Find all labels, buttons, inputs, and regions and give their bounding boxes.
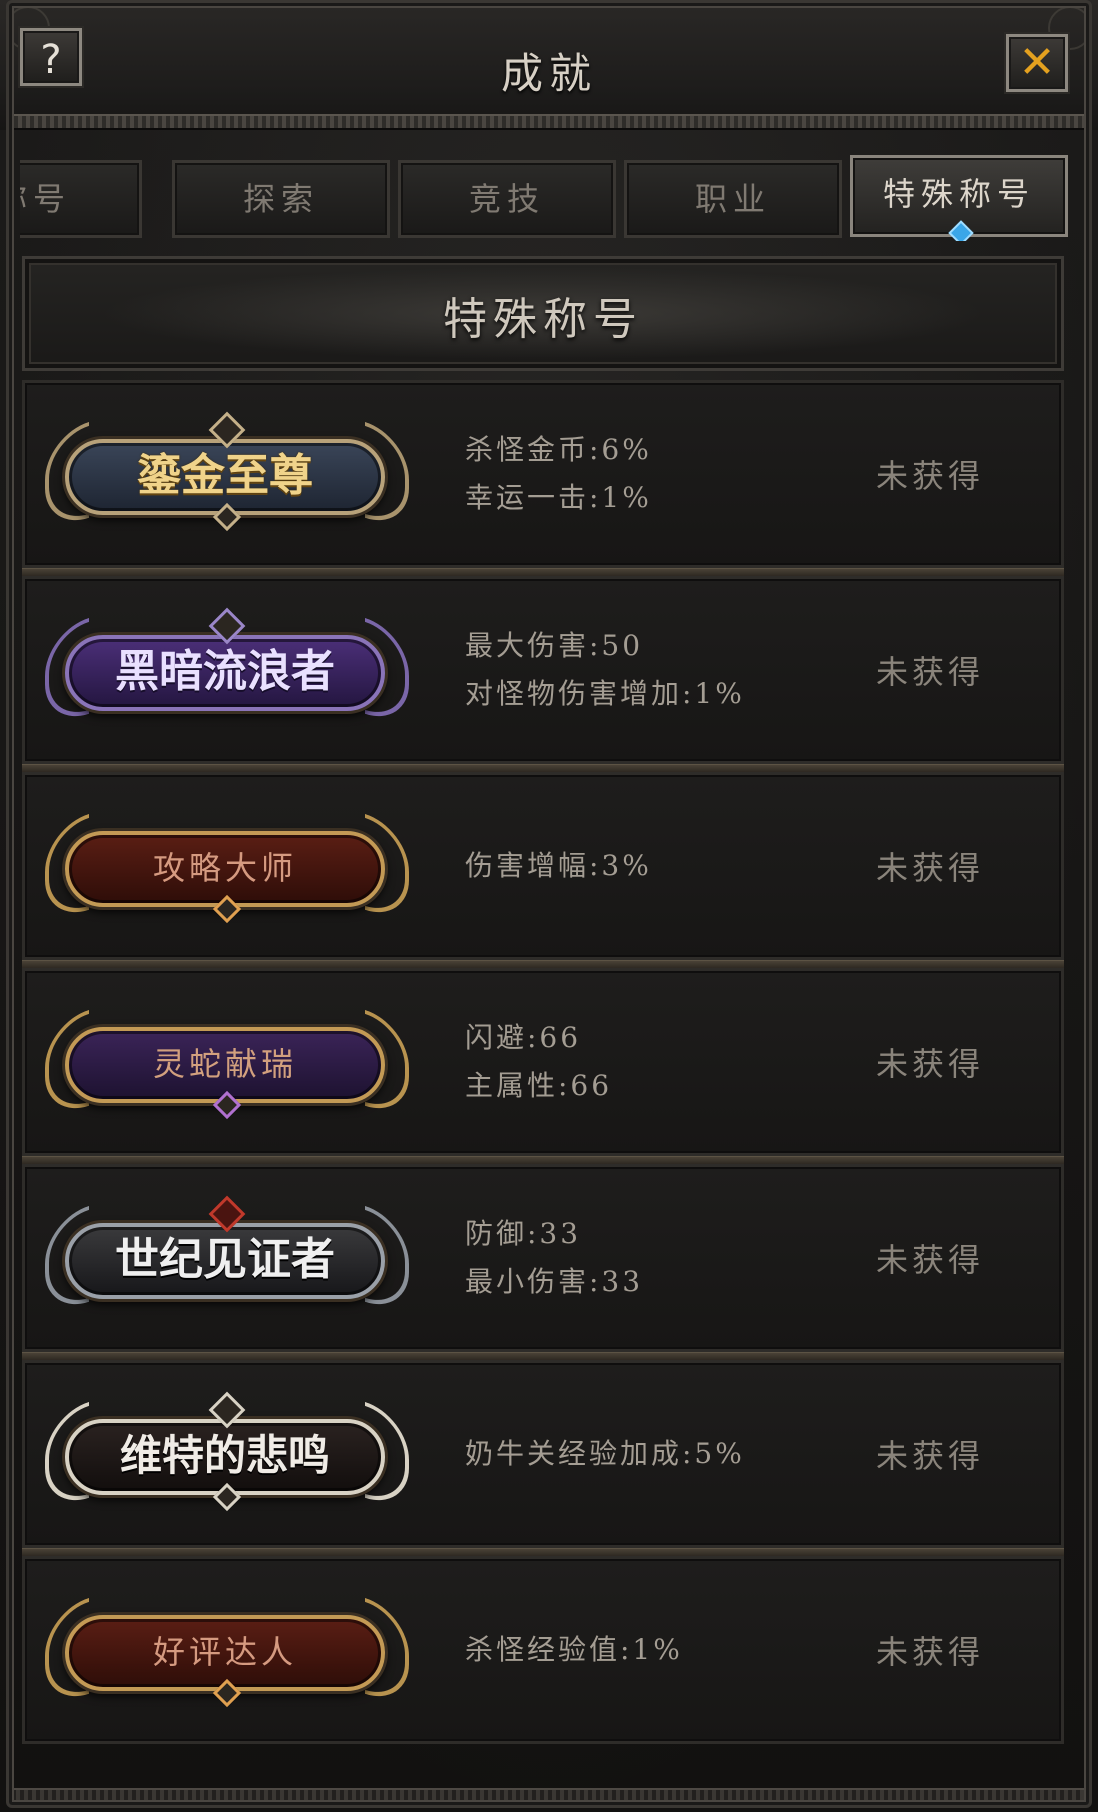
title-attributes: 奶牛关经验加成:5% (465, 1363, 825, 1545)
attribute-line: 主属性:66 (465, 1069, 613, 1102)
title-row[interactable]: 好评达人 杀怪经验值:1% 未获得 (22, 1556, 1064, 1744)
attribute-line: 防御:33 (465, 1217, 582, 1250)
attribute-line: 奶牛关经验加成:5% (465, 1437, 745, 1470)
tab-special-titles[interactable]: 特殊称号 (850, 155, 1068, 241)
title-badge: 黑暗流浪者 (37, 595, 417, 745)
title-badge: 好评达人 (37, 1575, 417, 1725)
title-badge: 维特的悲鸣 (37, 1379, 417, 1529)
title-attributes: 闪避:66 主属性:66 (465, 971, 825, 1153)
tab-label: 特殊称号 (882, 175, 1035, 213)
attribute-line: 最小伤害:33 (465, 1265, 644, 1298)
attribute-line: 幸运一击:1% (465, 481, 652, 514)
tab-label: 称号 (20, 180, 71, 218)
section-header: 特殊称号 (22, 256, 1064, 371)
tab-bar: 称号 探索 竞技 职业 特殊称号 (20, 155, 1070, 241)
title-status: 未获得 (875, 457, 984, 495)
achievement-window: ? 成就 ✕ 称号 探索 竞技 职业 特殊称号 特殊称号 鎏金至尊 杀怪金币:6 (0, 0, 1098, 1812)
badge-label: 世纪见证者 (65, 1223, 385, 1299)
title-status: 未获得 (875, 1437, 984, 1475)
title-attributes: 最大伤害:50 对怪物伤害增加:1% (465, 579, 825, 761)
title-row[interactable]: 鎏金至尊 杀怪金币:6% 幸运一击:1% 未获得 (22, 380, 1064, 568)
title-row[interactable]: 维特的悲鸣 奶牛关经验加成:5% 未获得 (22, 1360, 1064, 1548)
title-badge: 世纪见证者 (37, 1183, 417, 1333)
close-button[interactable]: ✕ (1006, 34, 1068, 92)
attribute-line: 伤害增幅:3% (465, 849, 652, 882)
footer-divider (8, 1788, 1090, 1802)
tab-label: 探索 (242, 180, 319, 218)
title-attributes: 杀怪经验值:1% (465, 1559, 825, 1741)
attribute-line: 最大伤害:50 (465, 629, 644, 662)
window-header: ? 成就 ✕ (0, 0, 1098, 130)
title-status: 未获得 (875, 1241, 984, 1279)
title-attributes: 伤害增幅:3% (465, 775, 825, 957)
active-tab-gem-icon (948, 220, 974, 241)
title-attributes: 防御:33 最小伤害:33 (465, 1167, 825, 1349)
tab-titles[interactable]: 称号 (20, 160, 142, 238)
badge-label: 黑暗流浪者 (65, 635, 385, 711)
title-badge: 灵蛇献瑞 (37, 987, 417, 1137)
title-row[interactable]: 灵蛇献瑞 闪避:66 主属性:66 未获得 (22, 968, 1064, 1156)
tab-label: 职业 (694, 180, 771, 218)
attribute-line: 杀怪经验值:1% (465, 1633, 683, 1666)
title-row[interactable]: 世纪见证者 防御:33 最小伤害:33 未获得 (22, 1164, 1064, 1352)
section-title: 特殊称号 (443, 294, 643, 345)
attribute-line: 对怪物伤害增加:1% (465, 677, 745, 710)
header-divider (10, 114, 1088, 130)
tab-label: 竞技 (468, 180, 545, 218)
tab-arena[interactable]: 竞技 (398, 160, 616, 238)
tab-exploration[interactable]: 探索 (172, 160, 390, 238)
window-title: 成就 (500, 49, 597, 98)
title-badge: 鎏金至尊 (37, 399, 417, 549)
title-list: 鎏金至尊 杀怪金币:6% 幸运一击:1% 未获得 黑暗流浪者 最大伤害:50 对… (22, 380, 1064, 1780)
title-status: 未获得 (875, 1633, 984, 1671)
attribute-line: 闪避:66 (465, 1021, 582, 1054)
tab-class[interactable]: 职业 (624, 160, 842, 238)
title-attributes: 杀怪金币:6% 幸运一击:1% (465, 383, 825, 565)
title-row[interactable]: 黑暗流浪者 最大伤害:50 对怪物伤害增加:1% 未获得 (22, 576, 1064, 764)
title-status: 未获得 (875, 653, 984, 691)
attribute-line: 杀怪金币:6% (465, 433, 652, 466)
title-status: 未获得 (875, 849, 984, 887)
title-status: 未获得 (875, 1045, 984, 1083)
title-row[interactable]: 攻略大师 伤害增幅:3% 未获得 (22, 772, 1064, 960)
title-badge: 攻略大师 (37, 791, 417, 941)
